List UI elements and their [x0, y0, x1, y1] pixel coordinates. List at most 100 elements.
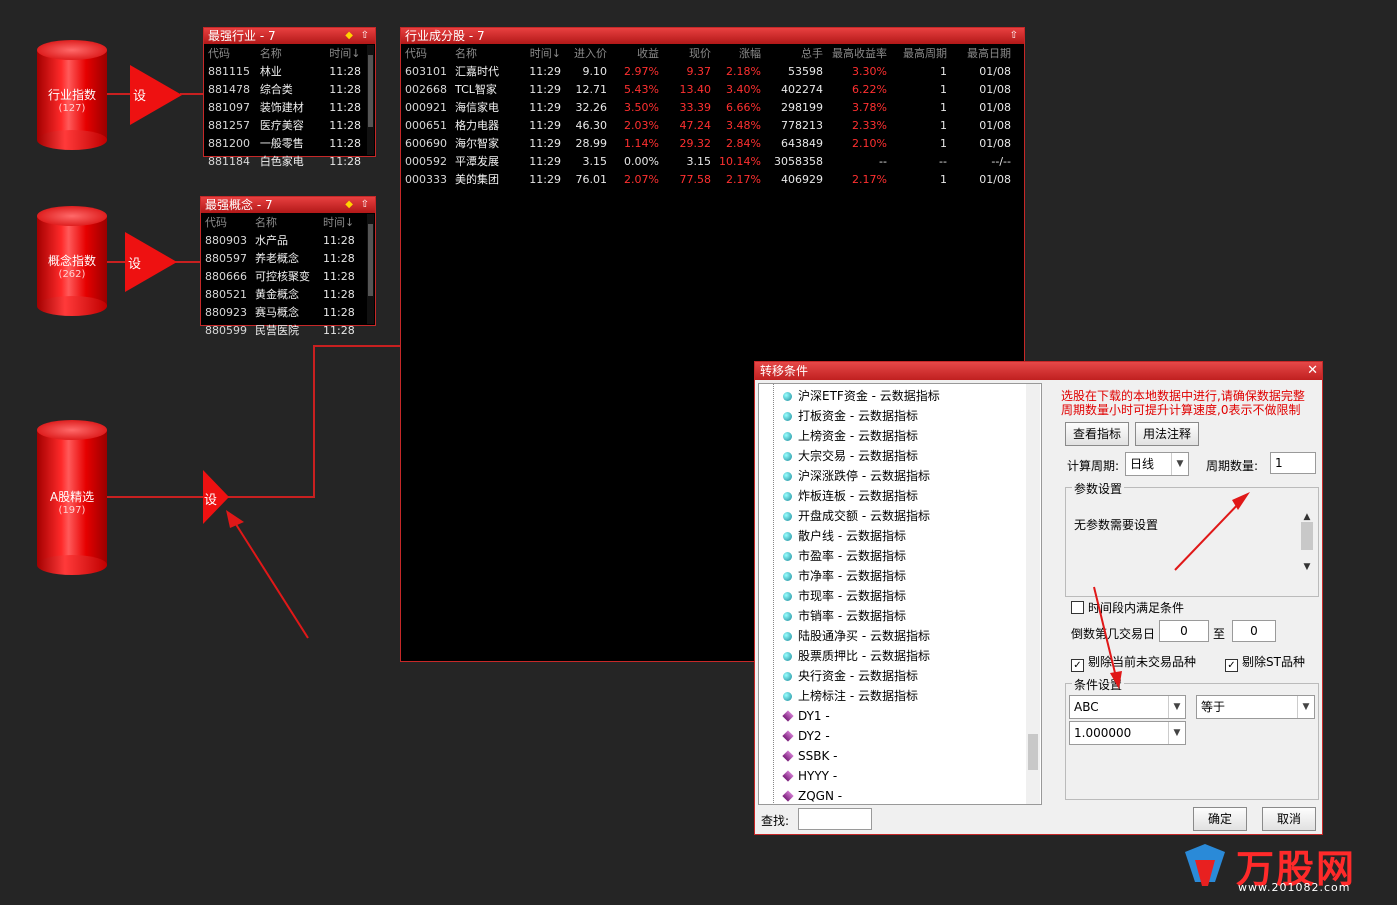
tree-item[interactable]: 沪深ETF资金 - 云数据指标 [769, 386, 940, 406]
col-header[interactable]: 收益 [608, 44, 660, 62]
indicator-tree[interactable]: 沪深ETF资金 - 云数据指标 打板资金 - 云数据指标 上榜资金 - 云数据指标大… [758, 383, 1042, 805]
table-row[interactable]: 000651 格力电器 11:29 46.30 2.03% 47.24 3.48% 77821… [404, 116, 1012, 134]
concept-index-node[interactable]: 概念指数 (262) [37, 206, 107, 316]
tree-scrollbar[interactable] [1026, 384, 1040, 804]
table-row[interactable]: 881115 林业 11:28 [207, 62, 375, 80]
range-from-input[interactable]: 0 [1159, 620, 1209, 642]
search-input[interactable] [798, 808, 872, 830]
industry-index-node[interactable]: 行业指数 (127) [37, 40, 107, 150]
table-row[interactable]: 881200 一般零售 11:28 [207, 134, 375, 152]
table-row[interactable]: 002668 TCL智家 11:29 12.71 5.43% 13.40 3.40% 4022… [404, 80, 1012, 98]
tree-item[interactable]: 陆股通净买 - 云数据指标 [769, 626, 930, 646]
tree-item[interactable]: 央行资金 - 云数据指标 [769, 666, 918, 686]
tree-item[interactable]: HYYY - [769, 766, 837, 786]
table-row[interactable]: 603101 汇嘉时代 11:29 9.10 2.97% 9.37 2.18% 53598 3.… [404, 62, 1012, 80]
table-cell: 3.30% [852, 64, 887, 78]
table-row[interactable]: 881257 医疗美容 11:28 [207, 116, 375, 134]
col-header: 名称 [259, 47, 282, 60]
table-cell: 47.24 [679, 118, 712, 132]
condition-variable-select[interactable]: ABC ▼ [1069, 695, 1186, 719]
tree-item[interactable]: 上榜标注 - 云数据指标 [769, 686, 918, 706]
col-header[interactable]: 时间↓ [522, 44, 562, 62]
col-header[interactable]: 最高日期 [948, 44, 1012, 62]
table-row[interactable]: 000333 美的集团 11:29 76.01 2.07% 77.58 2.17% 40692… [404, 170, 1012, 188]
strongest-concept-panel[interactable]: 最强概念 - 7 ◆ ⇧ 代码 名称 时间↓ 880903 水产品 11:28 880… [200, 196, 376, 337]
node-label: A股精选 [49, 489, 95, 504]
cancel-button[interactable]: 取消 [1262, 807, 1316, 831]
diamond-icon[interactable]: ◆ [345, 197, 353, 213]
period-select[interactable]: 日线 ▼ [1125, 452, 1189, 476]
tree-item[interactable]: 开盘成交额 - 云数据指标 [769, 506, 930, 526]
tree-item[interactable]: 大宗交易 - 云数据指标 [769, 446, 918, 466]
tree-item[interactable]: 市盈率 - 云数据指标 [769, 546, 906, 566]
panel-title: 最强概念 - 7 [205, 198, 273, 212]
scrollbar[interactable] [367, 45, 374, 155]
collapse-icon[interactable]: ⇧ [361, 197, 369, 213]
indicator-icon [783, 692, 792, 701]
strongest-industry-panel[interactable]: 最强行业 - 7 ◆ ⇧ 代码 名称 时间↓ 881115 林业 11:28 8814… [203, 27, 376, 168]
col-header[interactable]: 最高收益率 [824, 44, 888, 62]
table-row[interactable]: 880599 民营医院 11:28 [204, 321, 369, 339]
a-share-select-node[interactable]: A股精选 (197) [37, 420, 107, 575]
transfer-condition-dialog[interactable]: 转移条件 ✕ 沪深ETF资金 - 云数据指标 打板资金 - 云数据指标 上榜资金 -… [754, 361, 1323, 835]
exclude-st-checkbox[interactable]: ✓ 剔除ST品种 [1225, 655, 1305, 672]
tree-item[interactable]: 股票质押比 - 云数据指标 [769, 646, 930, 666]
condition-operator-select[interactable]: 等于 ▼ [1196, 695, 1315, 719]
collapse-icon[interactable]: ⇧ [1010, 28, 1018, 44]
range-to-input[interactable]: 0 [1232, 620, 1276, 642]
col-header[interactable]: 涨幅 [712, 44, 762, 62]
col-header[interactable]: 总手 [762, 44, 824, 62]
table-row[interactable]: 880597 养老概念 11:28 [204, 249, 369, 267]
tree-item[interactable]: 沪深涨跌停 - 云数据指标 [769, 466, 930, 486]
table-row[interactable]: 000592 平潭发展 11:29 3.15 0.00% 3.15 10.14% 305835… [404, 152, 1012, 170]
tree-item[interactable]: 散户线 - 云数据指标 [769, 526, 906, 546]
tree-item[interactable]: 打板资金 - 云数据指标 [769, 406, 918, 426]
tree-item-label: SSBK - [798, 749, 838, 763]
tree-item[interactable]: 炸板连板 - 云数据指标 [769, 486, 918, 506]
close-icon[interactable]: ✕ [1307, 362, 1318, 380]
usage-notes-button[interactable]: 用法注释 [1135, 422, 1199, 446]
table-cell: TCL智家 [455, 83, 497, 96]
ok-button[interactable]: 确定 [1193, 807, 1247, 831]
tree-item-label: DY1 - [798, 709, 830, 723]
table-cell: 28.99 [575, 136, 608, 150]
table-row[interactable]: 881478 综合类 11:28 [207, 80, 375, 98]
col-header[interactable]: 现价 [660, 44, 712, 62]
table-cell: 13.40 [679, 82, 712, 96]
tree-item[interactable]: 市净率 - 云数据指标 [769, 566, 906, 586]
tree-item[interactable]: 市现率 - 云数据指标 [769, 586, 906, 606]
tree-item-label: 央行资金 - 云数据指标 [798, 669, 918, 683]
tree-item[interactable]: SSBK - [769, 746, 837, 766]
tree-item[interactable]: DY1 - [769, 706, 830, 726]
tree-item[interactable]: 市销率 - 云数据指标 [769, 606, 906, 626]
count-input[interactable]: 1 [1270, 452, 1316, 474]
col-header[interactable]: 进入价 [562, 44, 608, 62]
diamond-icon[interactable]: ◆ [345, 28, 353, 44]
table-cell: 11:29 [529, 136, 561, 150]
view-indicator-button[interactable]: 查看指标 [1065, 422, 1129, 446]
col-header[interactable]: 最高周期 [888, 44, 948, 62]
col-header[interactable]: 名称 [454, 44, 522, 62]
table-row[interactable]: 881097 装饰建材 11:28 [207, 98, 375, 116]
table-row[interactable]: 600690 海尔智家 11:29 28.99 1.14% 29.32 2.84% 64384… [404, 134, 1012, 152]
table-row[interactable]: 881184 白色家电 11:28 [207, 152, 375, 170]
table-row[interactable]: 880923 赛马概念 11:28 [204, 303, 369, 321]
tree-item[interactable]: 上榜资金 - 云数据指标 [769, 426, 918, 446]
period-label: 计算周期: [1067, 459, 1120, 473]
table-row[interactable]: 880666 可控核聚变 11:28 [204, 267, 369, 285]
table-cell: 11:29 [529, 100, 561, 114]
param-scrollbar[interactable]: ▲ ▼ [1300, 512, 1314, 582]
table-row[interactable]: 000921 海信家电 11:29 32.26 3.50% 33.39 6.66% 29819… [404, 98, 1012, 116]
condition-value-input[interactable]: 1.000000 ▼ [1069, 721, 1186, 745]
condition-variable-value: ABC [1074, 700, 1099, 714]
scrollbar[interactable] [367, 214, 374, 324]
table-row[interactable]: 880903 水产品 11:28 [204, 231, 369, 249]
collapse-icon[interactable]: ⇧ [361, 28, 369, 44]
table-cell: -- [879, 154, 887, 168]
table-row[interactable]: 880521 黄金概念 11:28 [204, 285, 369, 303]
col-header[interactable]: 代码 [404, 44, 454, 62]
tree-item[interactable]: DY2 - [769, 726, 830, 746]
tree-item[interactable]: ZQGN - [769, 786, 842, 804]
table-cell: 880666 [205, 269, 247, 283]
table-cell: 汇嘉时代 [455, 65, 499, 78]
